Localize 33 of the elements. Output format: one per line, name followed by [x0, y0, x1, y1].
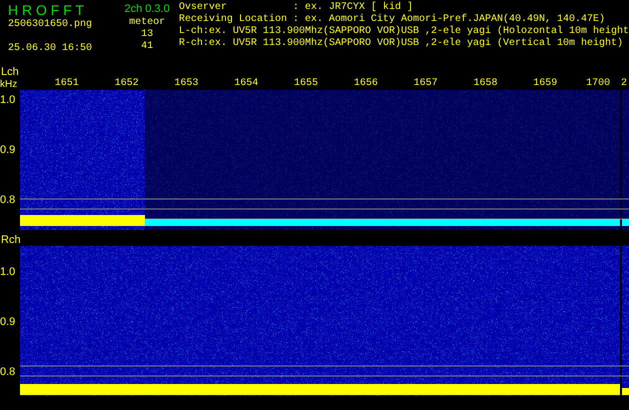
time-label: 1651: [54, 78, 80, 90]
meteor-label: meteor: [129, 17, 166, 29]
channel-info: R-ch:ex. UV5R 113.900Mhz(SAPPORO VOR)USB ,2-ele yagi (Vertical 10m height): [178, 38, 624, 50]
version-label: 2ch 0.3.0: [124, 2, 170, 16]
time-label: 1656: [352, 78, 379, 90]
frequency-label: 1.0: [0, 94, 16, 106]
channel-label: Lch: [0, 66, 20, 78]
time-label: 1657: [412, 78, 439, 90]
datetime: 25.06.30 16:50: [8, 43, 94, 55]
info-value: : ex. Aomori City Aomori-Pref.JAPAN(40.49N, 140.47E): [292, 14, 605, 26]
time-label: 1653: [173, 78, 200, 90]
frequency-label: 0.9: [0, 144, 16, 156]
time-label: 2: [621, 78, 628, 90]
time-label: 1652: [114, 78, 140, 90]
meteor-count: 41: [141, 41, 154, 53]
time-label: 1654: [233, 78, 260, 90]
frequency-label: 0.9: [0, 316, 16, 328]
filename: 2506301650.png: [8, 19, 94, 31]
unit-label: kHz: [0, 80, 18, 90]
frequency-label: 1.0: [0, 266, 16, 278]
time-label: 1655: [293, 78, 320, 90]
info-label: Ovserver: [178, 2, 228, 14]
app-title: H R O F F T: [8, 2, 85, 18]
time-label: 1658: [472, 78, 498, 90]
channel-info: L-ch:ex. UV5R 113.900Mhz(SAPPORO VOR)USB ,2-ele yagi (Holozontal 10m height: [178, 26, 629, 38]
info-value: : ex. JR7CYX [ kid ]: [292, 2, 413, 14]
info-label: Receiving Location: [178, 14, 288, 26]
time-label: 1700: [585, 78, 612, 90]
meteor-count: 13: [141, 29, 154, 41]
time-label: 1659: [532, 78, 558, 90]
frequency-label: 0.8: [0, 194, 16, 206]
frequency-label: 0.8: [0, 366, 16, 378]
channel-label: Rch: [0, 234, 22, 246]
